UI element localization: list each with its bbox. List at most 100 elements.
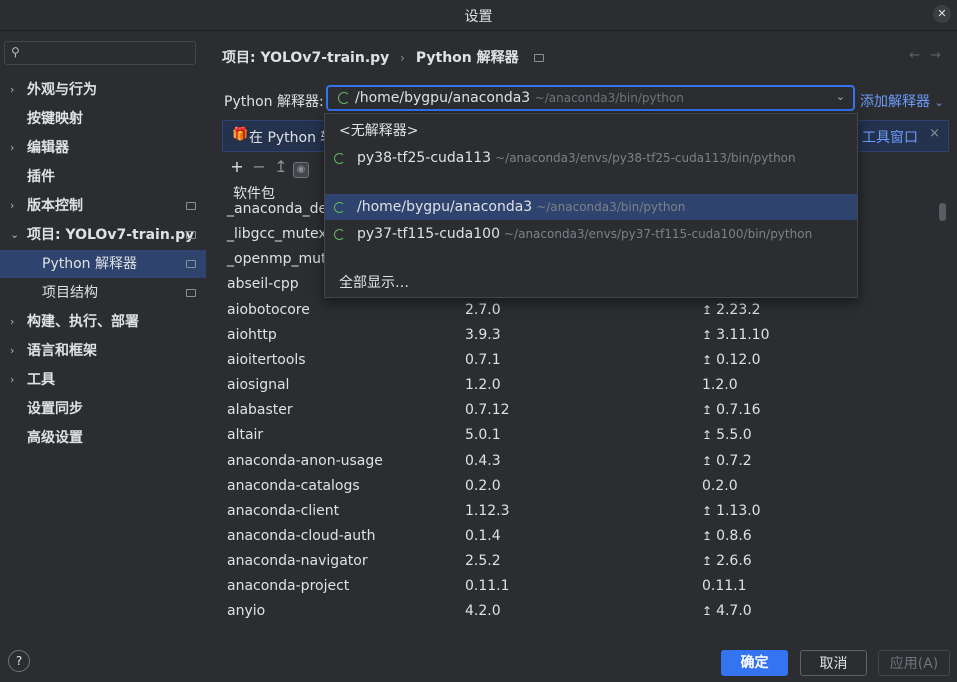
upgrade-available-icon: ↥ xyxy=(702,554,713,569)
sidebar-item-plugins[interactable]: 插件 xyxy=(0,163,206,191)
table-row[interactable]: aiohttp 3.9.3 ↥ 3.11.10 xyxy=(227,327,927,352)
chevron-right-icon[interactable]: › xyxy=(10,192,14,220)
table-row[interactable]: anaconda-client 1.12.3 ↥ 1.13.0 xyxy=(227,503,927,528)
chevron-right-icon[interactable]: › xyxy=(10,134,14,162)
sidebar-item-settings-sync[interactable]: 设置同步 xyxy=(0,395,206,423)
package-name: anaconda-anon-usage xyxy=(227,452,383,469)
sidebar-item-label: 外观与行为 xyxy=(27,82,97,98)
table-row[interactable]: anaconda-catalogs 0.2.0 0.2.0 xyxy=(227,478,927,503)
chevron-right-icon[interactable]: › xyxy=(10,366,14,394)
package-latest: 0.2.0 xyxy=(702,478,738,494)
package-name: aiohttp xyxy=(227,326,277,343)
dropdown-item-show-all[interactable]: 全部显示… xyxy=(325,270,857,296)
upgrade-available-icon: ↥ xyxy=(702,352,713,367)
table-row[interactable]: anaconda-anon-usage 0.4.3 ↥ 0.7.2 xyxy=(227,453,927,478)
gift-icon: 🎁 xyxy=(232,127,249,142)
dropdown-item-interpreter[interactable]: py38-tf25-cuda113 ~/anaconda3/envs/py38-t… xyxy=(325,145,857,171)
loading-spinner-icon xyxy=(338,92,350,104)
add-package-icon[interactable]: + xyxy=(227,157,247,176)
window-title: 设置 xyxy=(464,9,493,25)
packages-column-header: 软件包 xyxy=(233,186,275,202)
table-row[interactable]: altair 5.0.1 ↥ 5.5.0 xyxy=(227,427,927,452)
dropdown-item-name: /home/bygpu/anaconda3 xyxy=(357,199,533,215)
chevron-down-icon[interactable]: ⌄ xyxy=(836,90,845,103)
project-scope-icon xyxy=(186,231,196,239)
banner-text: 在 Python 软 xyxy=(249,130,335,146)
sidebar-item-label: 按键映射 xyxy=(27,111,83,127)
chevron-right-icon[interactable]: › xyxy=(10,337,14,365)
upgrade-package-icon[interactable]: ↥ xyxy=(271,157,291,176)
table-row[interactable]: anyio 4.2.0 ↥ 4.7.0 xyxy=(227,603,927,628)
package-latest-version: 1.2.0 xyxy=(702,377,738,394)
upgrade-available-icon: ↥ xyxy=(702,428,713,443)
table-row[interactable]: anaconda-cloud-auth 0.1.4 ↥ 0.8.6 xyxy=(227,528,927,553)
table-row[interactable]: aiosignal 1.2.0 1.2.0 xyxy=(227,377,927,402)
package-name: aiosignal xyxy=(227,377,290,394)
dropdown-item-name: py37-tf115-cuda100 xyxy=(357,226,500,242)
dropdown-item-path: ~/anaconda3/envs/py37-tf115-cuda100/bin/… xyxy=(504,227,813,241)
tool-window-link[interactable]: 工具窗口 xyxy=(862,127,918,147)
package-latest: ↥ 0.8.6 xyxy=(702,528,752,544)
upgrade-available-icon: ↥ xyxy=(702,528,713,543)
sidebar-item-tools[interactable]: › 工具 xyxy=(0,366,206,394)
table-row[interactable]: alabaster 0.7.12 ↥ 0.7.16 xyxy=(227,402,927,427)
package-latest-version: 0.12.0 xyxy=(716,351,761,368)
project-scope-icon xyxy=(533,54,544,62)
sidebar-item-python-interpreter[interactable]: Python 解释器 xyxy=(0,250,206,278)
interpreter-name: /home/bygpu/anaconda3 xyxy=(355,90,531,106)
package-version: 0.11.1 xyxy=(465,578,510,595)
breadcrumb-project: 项目: YOLOv7-train.py xyxy=(222,50,390,66)
sidebar-item-vcs[interactable]: › 版本控制 xyxy=(0,192,206,220)
chevron-down-icon: ⌄ xyxy=(934,96,944,109)
interpreter-select[interactable]: /home/bygpu/anaconda3 ~/anaconda3/bin/py… xyxy=(326,85,855,111)
sidebar-item-label: 项目结构 xyxy=(42,285,98,301)
sidebar-item-build[interactable]: › 构建、执行、部署 xyxy=(0,308,206,336)
forward-arrow-icon[interactable]: → xyxy=(930,48,951,63)
package-latest-version: 3.11.10 xyxy=(716,326,770,343)
remove-package-icon[interactable]: − xyxy=(249,157,269,176)
sidebar-item-advanced[interactable]: 高级设置 xyxy=(0,424,206,452)
package-latest-version: 4.7.0 xyxy=(716,603,752,620)
dropdown-item-interpreter[interactable]: py37-tf115-cuda100 ~/anaconda3/envs/py37-… xyxy=(325,221,857,247)
settings-search[interactable]: ⚲ xyxy=(4,41,196,65)
sidebar-item-label: 高级设置 xyxy=(27,430,83,446)
table-row[interactable]: aiobotocore 2.7.0 ↥ 2.23.2 xyxy=(227,302,927,327)
chevron-right-icon[interactable]: › xyxy=(10,308,14,336)
sidebar-item-label: Python 解释器 xyxy=(42,256,137,272)
dropdown-item-interpreter[interactable]: /home/bygpu/anaconda3 ~/anaconda3/bin/pyt… xyxy=(325,194,857,220)
cancel-button[interactable]: 取消 xyxy=(800,650,867,676)
project-scope-icon xyxy=(186,202,196,210)
dropdown-item-label: <无解释器> xyxy=(339,123,419,139)
package-name: abseil-cpp xyxy=(227,276,299,293)
sidebar-item-label: 版本控制 xyxy=(27,198,83,214)
package-version: 0.4.3 xyxy=(465,452,501,469)
dropdown-item-no-interpreter[interactable]: <无解释器> xyxy=(325,118,857,144)
chevron-right-icon[interactable]: › xyxy=(10,76,14,104)
search-input[interactable] xyxy=(27,44,195,64)
back-arrow-icon[interactable]: ← xyxy=(909,48,930,63)
show-details-icon[interactable]: ◉ xyxy=(293,162,309,178)
package-version: 2.7.0 xyxy=(465,301,501,318)
sidebar-item-languages[interactable]: › 语言和框架 xyxy=(0,337,206,365)
sidebar-item-editor[interactable]: › 编辑器 xyxy=(0,134,206,162)
close-icon[interactable]: ✕ xyxy=(933,5,951,23)
table-row[interactable]: anaconda-project 0.11.1 0.11.1 xyxy=(227,578,927,603)
ok-button[interactable]: 确定 xyxy=(721,650,788,676)
table-row[interactable]: aioitertools 0.7.1 ↥ 0.12.0 xyxy=(227,352,927,377)
apply-button[interactable]: 应用(A) xyxy=(878,650,950,676)
sidebar-item-keymap[interactable]: 按键映射 xyxy=(0,105,206,133)
add-interpreter-link[interactable]: 添加解释器 ⌄ xyxy=(860,91,944,111)
close-icon[interactable]: × xyxy=(929,126,940,141)
sidebar-item-appearance[interactable]: › 外观与行为 xyxy=(0,76,206,104)
table-row[interactable]: anaconda-navigator 2.5.2 ↥ 2.6.6 xyxy=(227,553,927,578)
package-version: 3.9.3 xyxy=(465,326,501,343)
sidebar-item-label: 项目: YOLOv7-train.py xyxy=(27,227,195,243)
dropdown-item-path: ~/anaconda3/envs/py38-tf25-cuda113/bin/p… xyxy=(495,151,796,165)
package-name: _libgcc_mutex xyxy=(227,226,327,243)
chevron-down-icon[interactable]: ⌄ xyxy=(10,221,19,249)
package-latest-version: 2.6.6 xyxy=(716,553,752,570)
sidebar-item-project-structure[interactable]: 项目结构 xyxy=(0,279,206,307)
sidebar-item-project[interactable]: ⌄ 项目: YOLOv7-train.py xyxy=(0,221,206,249)
upgrade-available-icon: ↥ xyxy=(702,503,713,518)
scrollbar-thumb[interactable] xyxy=(939,203,946,221)
